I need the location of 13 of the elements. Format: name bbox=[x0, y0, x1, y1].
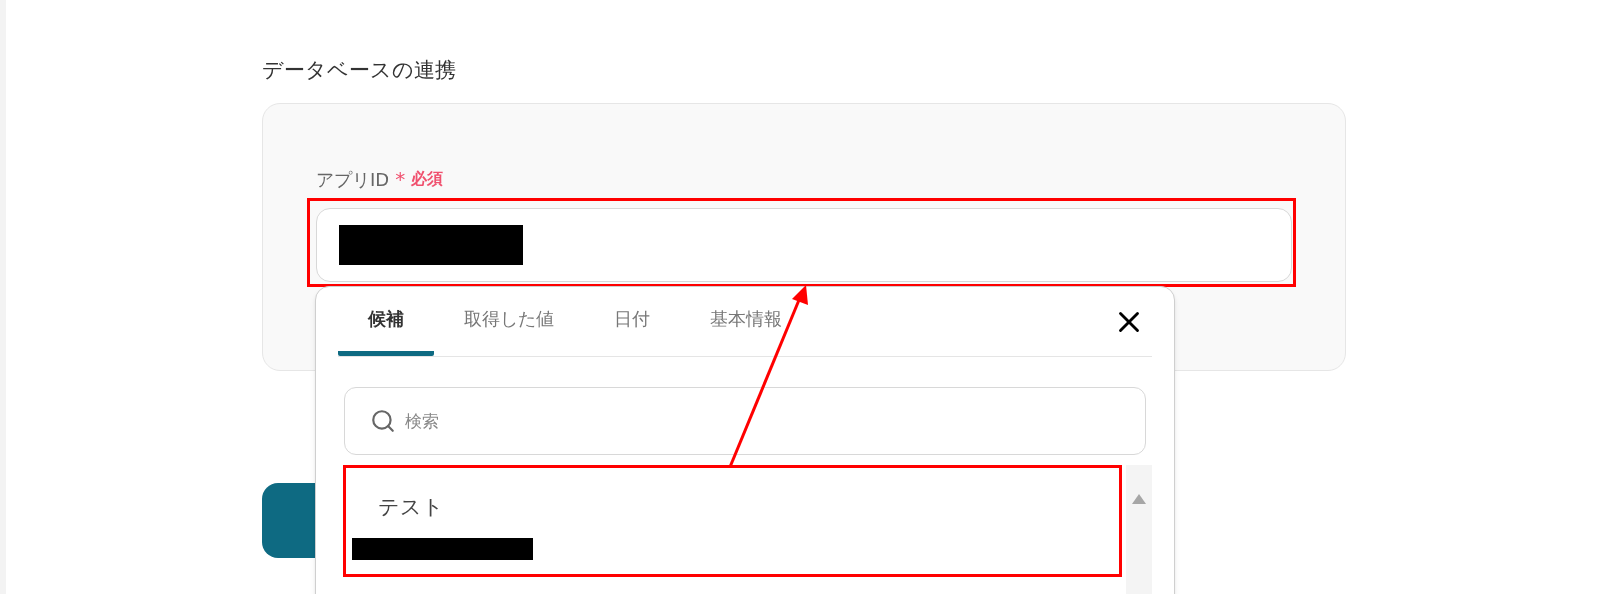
section-title: データベースの連携 bbox=[262, 57, 457, 84]
required-label: 必須 bbox=[411, 168, 444, 190]
tab[interactable]: 基本情報 bbox=[680, 286, 812, 356]
field-label: アプリID bbox=[316, 167, 390, 192]
option-item[interactable]: テスト bbox=[343, 465, 1122, 577]
tab[interactable]: 日付 bbox=[584, 286, 680, 356]
search-field[interactable]: 検索 bbox=[344, 387, 1146, 455]
tab[interactable]: 取得した値 bbox=[434, 286, 584, 356]
tab[interactable]: 候補 bbox=[338, 286, 434, 356]
required-asterisk: * bbox=[395, 166, 406, 193]
option-label: テスト bbox=[378, 494, 445, 521]
search-icon bbox=[370, 408, 396, 434]
app-id-field[interactable] bbox=[316, 208, 1292, 282]
